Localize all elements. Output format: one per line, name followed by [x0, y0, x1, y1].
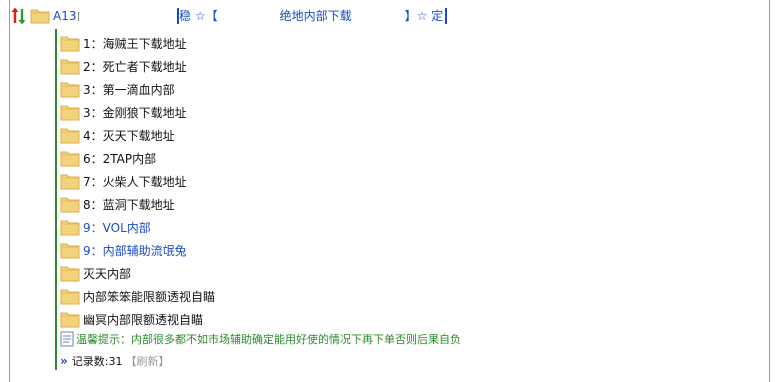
title-bar-right: [445, 7, 448, 24]
folder-icon: [30, 7, 50, 25]
root-label[interactable]: A13: [53, 9, 76, 23]
record-count: 记录数:31: [71, 355, 123, 368]
folder-label[interactable]: 1：海贼王下载地址: [83, 35, 187, 52]
folder-label[interactable]: 幽冥内部限额透视自瞄: [83, 311, 203, 328]
folder-icon: [60, 81, 80, 98]
folder-item[interactable]: 9：VOL内部: [60, 216, 151, 238]
sort-arrows-icon[interactable]: [10, 6, 28, 26]
chevron-right-icon: »: [60, 354, 68, 368]
tree-connector: [55, 29, 57, 370]
folder-item[interactable]: 2：死亡者下载地址: [60, 55, 187, 77]
folder-label[interactable]: 9：VOL内部: [83, 219, 151, 236]
folder-icon: [60, 288, 80, 305]
folder-icon: [60, 127, 80, 144]
folder-label[interactable]: 灭天内部: [83, 265, 131, 282]
folder-label[interactable]: 8：蓝洞下载地址: [83, 196, 175, 213]
folder-item[interactable]: 9：内部辅助流氓兔: [60, 239, 187, 261]
title-middle: 绝地内部下载: [279, 9, 352, 23]
folder-label[interactable]: 3：金刚狼下载地址: [83, 104, 187, 121]
folder-icon: [60, 58, 80, 75]
refresh-link[interactable]: 【刷新】: [125, 353, 169, 369]
folder-label[interactable]: 6：2TAP内部: [83, 150, 156, 167]
folder-label[interactable]: 4：灭天下载地址: [83, 127, 175, 144]
folder-icon: [60, 242, 80, 259]
folder-icon: [60, 265, 80, 282]
folder-icon: [60, 196, 80, 213]
folder-item[interactable]: 幽冥内部限额透视自瞄: [60, 308, 203, 330]
folder-label[interactable]: 9：内部辅助流氓兔: [83, 242, 187, 259]
folder-label[interactable]: 7：火柴人下载地址: [83, 173, 187, 190]
folder-item[interactable]: 1：海贼王下载地址: [60, 32, 187, 54]
folder-label[interactable]: 内部笨笨能限额透视自瞄: [83, 288, 215, 305]
document-icon: [60, 331, 74, 347]
folder-icon: [60, 219, 80, 236]
folder-item[interactable]: 7：火柴人下载地址: [60, 170, 187, 192]
folder-item[interactable]: 灭天内部: [60, 262, 131, 284]
notice-text: 温馨提示：内部很多都不如市场辅助确定能用好使的情况下再下单否则后果自负: [76, 333, 461, 346]
notice: 温馨提示：内部很多都不如市场辅助确定能用好使的情况下再下单否则后果自负: [60, 330, 461, 348]
folder-icon: [60, 150, 80, 167]
folder-item[interactable]: 内部笨笨能限额透视自瞄: [60, 285, 215, 307]
title-left: 稳 ☆【: [179, 9, 218, 23]
root-title[interactable]: 稳 ☆【 绝地内部下载 】☆ 定: [177, 7, 448, 24]
folder-label[interactable]: 2：死亡者下载地址: [83, 58, 187, 75]
folder-label[interactable]: 3：第一滴血内部: [83, 81, 175, 98]
folder-icon: [60, 104, 80, 121]
record-summary: » 记录数:31 【刷新】: [60, 352, 169, 370]
folder-icon: [60, 173, 80, 190]
title-right: 】☆ 定: [404, 9, 444, 23]
folder-icon: [60, 311, 80, 328]
folder-icon: [60, 35, 80, 52]
folder-item[interactable]: 4：灭天下载地址: [60, 124, 175, 146]
root-label-marker: [78, 11, 80, 21]
folder-item[interactable]: 3：金刚狼下载地址: [60, 101, 187, 123]
root-node[interactable]: A13: [10, 5, 80, 27]
folder-item[interactable]: 3：第一滴血内部: [60, 78, 175, 100]
folder-item[interactable]: 6：2TAP内部: [60, 147, 156, 169]
folder-item[interactable]: 8：蓝洞下载地址: [60, 193, 175, 215]
